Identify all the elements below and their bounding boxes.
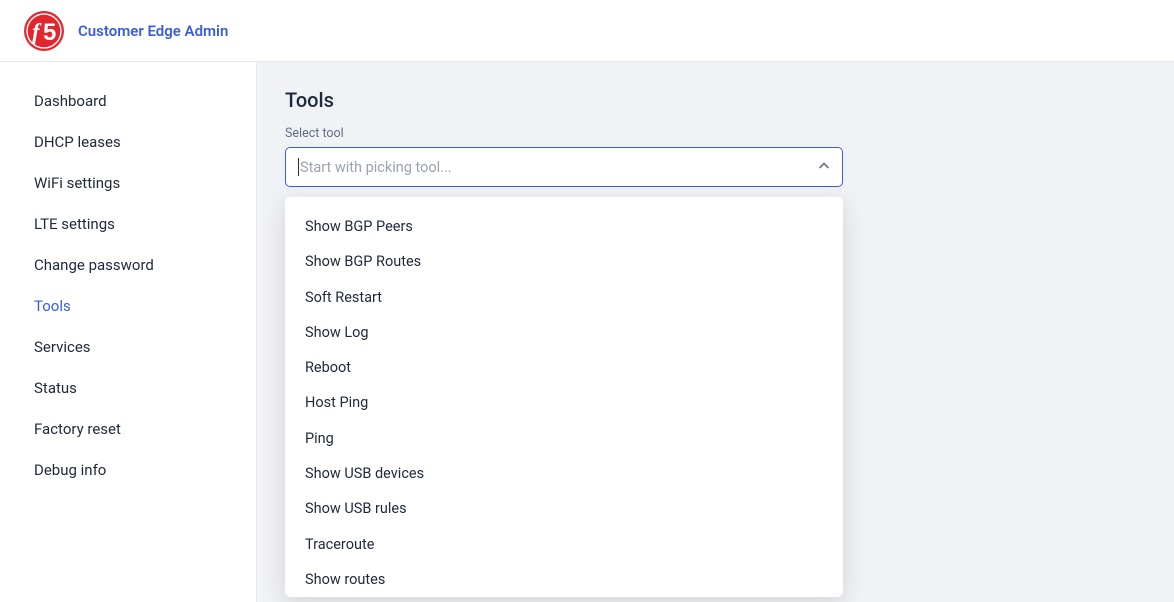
sidebar-item-wifi-settings[interactable]: WiFi settings [0,164,256,203]
select-tool-label: Select tool [285,126,1146,141]
option-show-usb-rules[interactable]: Show USB rules [285,493,843,525]
sidebar-item-services[interactable]: Services [0,328,256,367]
option-ping[interactable]: Ping [285,423,843,455]
option-show-bgp-peers[interactable]: Show BGP Peers [285,211,843,243]
chevron-up-icon [818,159,830,176]
option-soft-restart[interactable]: Soft Restart [285,282,843,314]
option-reboot[interactable]: Reboot [285,352,843,384]
page-title: Tools [285,88,1146,112]
option-show-usb-devices[interactable]: Show USB devices [285,458,843,490]
select-tool-dropdown: Show BGP Peers Show BGP Routes Soft Rest… [285,197,843,597]
option-show-bgp-routes[interactable]: Show BGP Routes [285,246,843,278]
sidebar-item-dashboard[interactable]: Dashboard [0,82,256,121]
sidebar-nav: Dashboard DHCP leases WiFi settings LTE … [0,62,257,602]
sidebar-item-dhcp-leases[interactable]: DHCP leases [0,123,256,162]
sidebar-item-lte-settings[interactable]: LTE settings [0,205,256,244]
content-area: Tools Select tool Start with picking too… [257,62,1174,602]
select-tool-input[interactable]: Start with picking tool... [285,147,843,187]
sidebar-item-status[interactable]: Status [0,369,256,408]
sidebar-item-debug-info[interactable]: Debug info [0,451,256,490]
sidebar-item-factory-reset[interactable]: Factory reset [0,410,256,449]
select-placeholder-text: Start with picking tool... [300,159,452,176]
sidebar-item-tools[interactable]: Tools [0,287,256,326]
option-show-log[interactable]: Show Log [285,317,843,349]
app-header: f 5 Customer Edge Admin [0,0,1174,62]
select-tool-control: Start with picking tool... Show BGP Peer… [285,147,843,187]
text-cursor [298,158,299,176]
dropdown-scroll-area[interactable]: Show BGP Peers Show BGP Routes Soft Rest… [285,205,843,589]
option-host-ping[interactable]: Host Ping [285,387,843,419]
brand-logo: f 5 [20,7,68,55]
sidebar-item-change-password[interactable]: Change password [0,246,256,285]
svg-text:5: 5 [43,19,56,46]
brand-title: Customer Edge Admin [78,22,228,40]
option-show-routes[interactable]: Show routes [285,564,843,589]
option-traceroute[interactable]: Traceroute [285,529,843,561]
